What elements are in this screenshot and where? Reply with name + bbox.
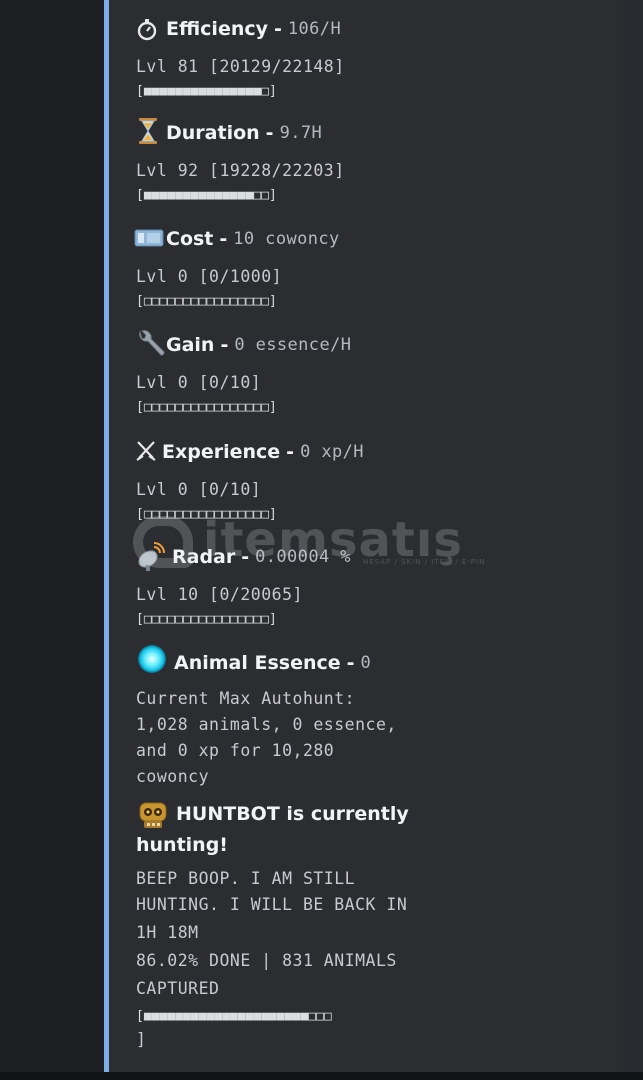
section-title: Cost - 10 cowoncy [134,224,340,254]
huntbot-title-line2: hunting! [136,834,228,856]
progress-bar-text: [■■■■■■■■■■■■■■□□] [136,188,277,203]
progress-bar-text: [□□□□□□□□□□□□□□□□] [136,294,277,309]
section-huntbot-status: HUNTBOT is currently hunting! BEEP BOOP.… [136,798,409,1050]
section-value: 0 xp/H [300,442,364,462]
level-text: Lvl 0 [0/10] [136,480,262,499]
section-name: Radar [172,546,236,568]
huntbot-embed: Efficiency - 106/H Lvl 81 [20129/22148] … [104,0,623,1072]
level-text: Lvl 81 [20129/22148] [136,57,345,76]
level-text: Lvl 0 [0/1000] [136,267,283,286]
section-value: 0 essence/H [234,335,352,355]
crossed-swords-icon [136,440,156,464]
summary-line: 1,028 animals, 0 essence, [136,715,397,734]
huntbot-title: HUNTBOT is currently [136,798,409,830]
section-cost: Cost - 10 cowoncy Lvl 0 [0/1000] [□□□□□□… [134,224,340,314]
autohunt-summary: Current Max Autohunt: 1,028 animals, 0 e… [136,686,397,790]
section-title: Radar - 0.00004 % [136,542,351,572]
section-experience: Experience - 0 xp/H Lvl 0 [0/10] [□□□□□□… [136,437,364,527]
section-name: Cost [166,228,214,250]
level-text: Lvl 92 [19228/22203] [136,161,345,180]
section-radar: Radar - 0.00004 % Lvl 10 [0/20065] [□□□□… [136,542,351,632]
section-title: Efficiency - 106/H [136,14,345,44]
section-value: 0.00004 % [255,547,351,567]
cowoncy-icon [134,227,164,251]
message-line: 1H 18M [136,923,199,942]
satellite-dish-icon [136,542,166,571]
section-gain: Gain - 0 essence/H Lvl 0 [0/10] [□□□□□□□… [136,330,351,420]
scroll-gutter [623,0,643,1072]
chat-gutter [0,0,104,1072]
summary-line: Current Max Autohunt: [136,689,356,708]
summary-line: cowoncy [136,767,210,786]
section-name: Experience [162,441,281,463]
section-title: Animal Essence - 0 [136,645,397,679]
section-title: Duration - 9.7H [136,118,345,148]
section-name: Efficiency [166,18,269,40]
huntbot-progress-bar: [■■■■■■■■■■■■■■■■■■■■■□□□ [136,1009,332,1024]
huntbot-title-line1: HUNTBOT is currently [176,803,409,825]
hourglass-icon [136,118,160,145]
progress-bar-text: [□□□□□□□□□□□□□□□□] [136,507,277,522]
section-title: Gain - 0 essence/H [136,330,351,360]
level-text: Lvl 0 [0/10] [136,373,262,392]
huntbot-title-cont: hunting! [136,830,409,860]
section-value: 0 [360,653,372,673]
progress-bar-text: [□□□□□□□□□□□□□□□□] [136,400,277,415]
essence-orb-icon [136,645,168,679]
section-animal-essence: Animal Essence - 0 Current Max Autohunt:… [136,645,397,790]
message-line: HUNTING. I WILL BE BACK IN [136,895,408,914]
section-name: Duration [166,122,260,144]
message-line: CAPTURED [136,979,220,998]
bottom-strip [0,1072,643,1080]
section-value: 106/H [287,19,342,39]
stopwatch-icon [136,17,160,41]
section-name: Animal Essence [174,652,341,674]
section-value: 10 cowoncy [233,229,340,249]
huntbot-message: BEEP BOOP. I AM STILL HUNTING. I WILL BE… [136,866,409,1050]
message-line: 86.02% DONE | 831 ANIMALS [136,951,397,970]
section-name: Gain [166,334,215,356]
message-line: BEEP BOOP. I AM STILL [136,869,356,888]
section-duration: Duration - 9.7H Lvl 92 [19228/22203] [■■… [136,118,345,208]
progress-bar-text: [□□□□□□□□□□□□□□□□] [136,612,277,627]
level-text: Lvl 10 [0/20065] [136,585,303,604]
summary-line: and 0 xp for 10,280 [136,741,335,760]
section-title: Experience - 0 xp/H [136,437,364,467]
robot-icon [136,798,170,830]
wrench-icon [136,330,165,357]
huntbot-progress-bar-end: ] [136,1030,147,1049]
section-value: 9.7H [279,123,323,143]
progress-bar-text: [■■■■■■■■■■■■■■■□] [136,84,277,99]
section-efficiency: Efficiency - 106/H Lvl 81 [20129/22148] … [136,14,345,104]
